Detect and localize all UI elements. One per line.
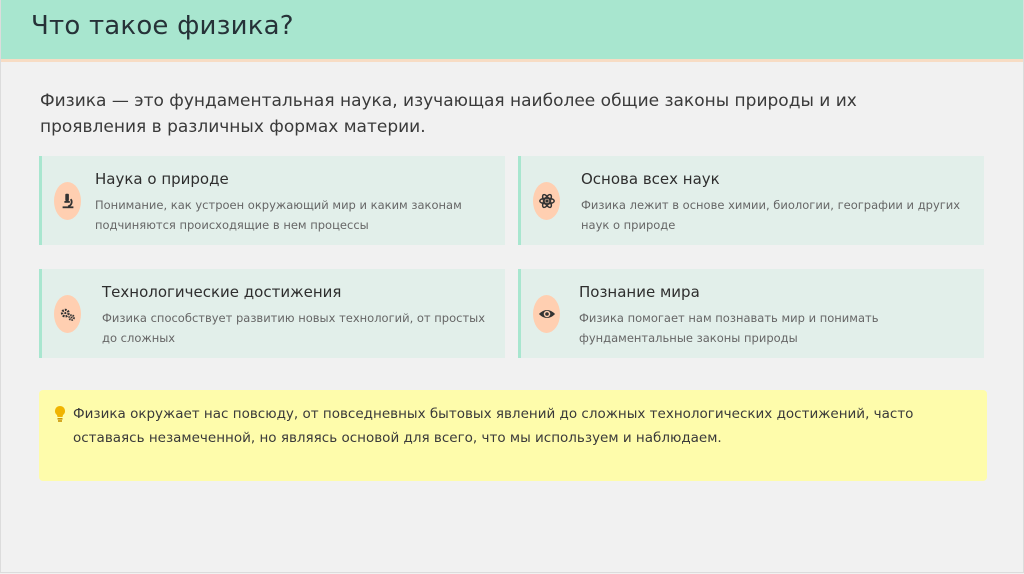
microscope-icon	[54, 182, 81, 220]
intro-text: Физика — это фундаментальная наука, изуч…	[40, 91, 857, 137]
card-description: Физика помогает нам познавать мир и пони…	[579, 311, 879, 345]
card-tech-achievements: Технологические достижения Физика способ…	[39, 269, 505, 358]
card-basis-of-sciences: Основа всех наук Физика лежит в основе х…	[518, 156, 984, 245]
card-knowing-world: Познание мира Физика помогает нам познав…	[518, 269, 984, 358]
card-title: Познание мира	[579, 283, 700, 301]
card-description: Понимание, как устроен окружающий мир и …	[95, 198, 462, 232]
page-title: Что такое физика?	[31, 11, 294, 41]
header-bar: Что такое физика?	[1, 0, 1023, 62]
eye-icon	[533, 295, 560, 333]
gears-icon	[54, 295, 81, 333]
card-nature-science: Наука о природе Понимание, как устроен о…	[39, 156, 505, 245]
card-title: Технологические достижения	[102, 283, 342, 301]
slide: Что такое физика? Физика — это фундамент…	[0, 0, 1024, 573]
atom-icon	[533, 182, 560, 220]
card-description: Физика лежит в основе химии, биологии, г…	[581, 198, 961, 232]
note-text: Физика окружает нас повсюду, от повседне…	[73, 406, 914, 446]
lightbulb-icon	[55, 406, 65, 422]
info-note: Физика окружает нас повсюду, от повседне…	[39, 390, 987, 481]
card-title: Основа всех наук	[581, 170, 720, 188]
card-description: Физика способствует развитию новых техно…	[102, 311, 486, 345]
card-title: Наука о природе	[95, 170, 229, 188]
